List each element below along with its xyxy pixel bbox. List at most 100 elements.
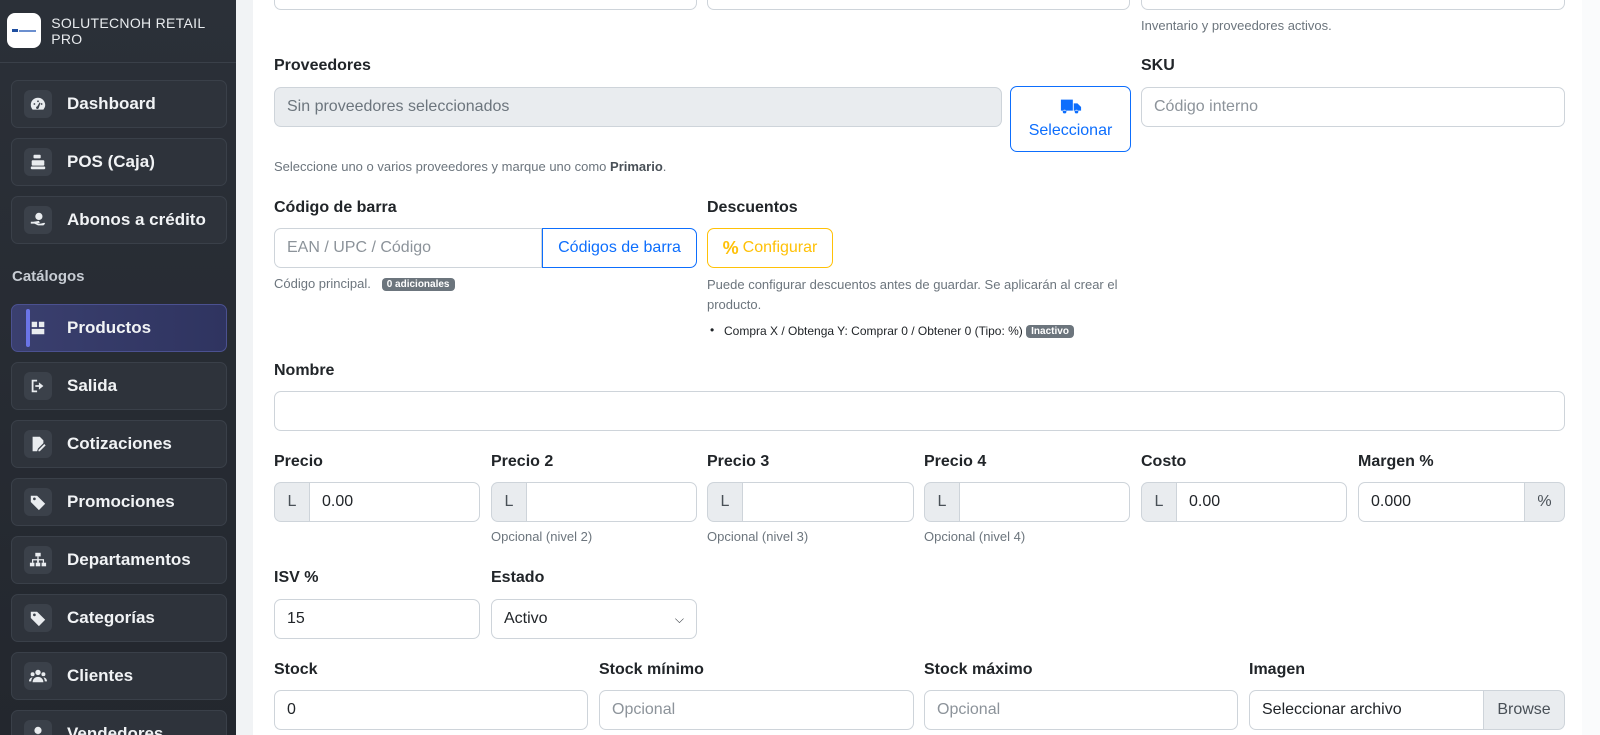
chevron-down-icon: ⌵ <box>674 611 684 626</box>
barcodes-button[interactable]: Códigos de barra <box>542 228 697 268</box>
brand-name: SOLUTECNOH RETAIL PRO <box>51 14 205 47</box>
sidebar-item-categorias[interactable]: Categorías <box>11 594 227 642</box>
content-gutter <box>236 0 253 735</box>
sidebar-item-vendedores[interactable]: Vendedores <box>11 710 227 735</box>
costo-input[interactable]: 0.00 <box>1176 482 1347 522</box>
cash-register-icon <box>24 148 52 176</box>
sidebar-item-clientes[interactable]: Clientes <box>11 652 227 700</box>
box-icon <box>24 314 52 342</box>
sidebar-item-abonos[interactable]: Abonos a crédito <box>11 196 227 244</box>
seleccionar-proveedores-button[interactable]: Seleccionar <box>1010 86 1131 152</box>
file-pen-icon <box>24 430 52 458</box>
sidebar: SOLUTECNOH RETAIL PRO Dashboard POS (Caj… <box>0 0 236 735</box>
margen-input[interactable]: 0.000 <box>1358 482 1525 522</box>
sidebar-item-label: Vendedores <box>67 724 164 735</box>
estado-selected-value: Activo <box>504 610 548 627</box>
precio4-input-group: L <box>924 482 1130 522</box>
stock-label: Stock <box>274 661 318 678</box>
brand[interactable]: SOLUTECNOH RETAIL PRO <box>7 13 236 48</box>
costo-label: Costo <box>1141 453 1187 470</box>
tags-icon <box>24 488 52 516</box>
descuento-item: Compra X / Obtenga Y: Comprar 0 / Obtene… <box>710 323 1074 339</box>
stock-minimo-label: Stock mínimo <box>599 661 704 678</box>
currency-addon: L <box>274 482 309 522</box>
sidebar-item-productos[interactable]: Productos <box>11 304 227 352</box>
precio-input[interactable]: 0.00 <box>309 482 480 522</box>
top-field-3[interactable] <box>1141 0 1565 10</box>
top-field-1[interactable] <box>274 0 697 10</box>
precio3-label: Precio 3 <box>707 453 770 470</box>
users-icon <box>24 662 52 690</box>
sidebar-item-label: Promociones <box>67 492 175 511</box>
precio2-label: Precio 2 <box>491 453 554 470</box>
gauge-icon <box>24 90 52 118</box>
precio2-help: Opcional (nivel 2) <box>491 529 593 544</box>
currency-addon: L <box>491 482 526 522</box>
sidebar-item-pos[interactable]: POS (Caja) <box>11 138 227 186</box>
proveedores-help: Seleccione uno o varios proveedores y ma… <box>274 159 667 174</box>
percent-icon: % <box>722 237 739 258</box>
stock-minimo-input[interactable]: Opcional <box>599 690 914 730</box>
stock-maximo-label: Stock máximo <box>924 661 1033 678</box>
sidebar-item-cotizaciones[interactable]: Cotizaciones <box>11 420 227 468</box>
margen-input-group: 0.000 % <box>1358 482 1565 522</box>
sitemap-icon <box>24 546 52 574</box>
sidebar-item-label: POS (Caja) <box>67 152 155 171</box>
stock-maximo-input[interactable]: Opcional <box>924 690 1238 730</box>
precio-input-group: L 0.00 <box>274 482 480 522</box>
sidebar-item-salida[interactable]: Salida <box>11 362 227 410</box>
estado-label: Estado <box>491 569 545 586</box>
costo-input-group: L 0.00 <box>1141 482 1347 522</box>
sidebar-item-promociones[interactable]: Promociones <box>11 478 227 526</box>
file-name: Seleccionar archivo <box>1249 690 1484 730</box>
imagen-file-input[interactable]: Seleccionar archivo Browse <box>1249 690 1565 730</box>
precio2-input[interactable] <box>526 482 697 522</box>
imagen-label: Imagen <box>1249 661 1306 678</box>
proveedores-field: Sin proveedores seleccionados <box>274 87 1002 127</box>
precio4-help: Opcional (nivel 4) <box>924 529 1026 544</box>
stock-input[interactable]: 0 <box>274 690 588 730</box>
estado-select[interactable]: Activo ⌵ <box>491 599 697 639</box>
nombre-input[interactable] <box>274 391 1565 431</box>
precio4-input[interactable] <box>959 482 1130 522</box>
currency-addon: L <box>707 482 742 522</box>
precio3-help: Opcional (nivel 3) <box>707 529 809 544</box>
section-label-catalogos: Catálogos <box>12 268 85 285</box>
sidebar-item-label: Productos <box>67 318 152 337</box>
precio3-input-group: L <box>707 482 914 522</box>
precio2-input-group: L <box>491 482 697 522</box>
currency-addon: L <box>924 482 959 522</box>
isv-input[interactable]: 15 <box>274 599 480 639</box>
isv-label: ISV % <box>274 569 319 586</box>
seleccionar-label: Seleccionar <box>1028 122 1113 139</box>
brand-logo <box>7 13 42 48</box>
configurar-descuentos-button[interactable]: % Configurar <box>707 228 833 268</box>
sidebar-item-label: Clientes <box>67 666 134 685</box>
sign-out-icon <box>24 372 52 400</box>
percent-addon: % <box>1525 482 1565 522</box>
top-field-2[interactable] <box>707 0 1130 10</box>
truck-icon <box>1060 99 1081 114</box>
user-icon <box>24 720 52 735</box>
sidebar-item-label: Dashboard <box>67 94 156 113</box>
precio4-label: Precio 4 <box>924 453 987 470</box>
descuentos-label: Descuentos <box>707 199 798 216</box>
barcode-label: Código de barra <box>274 199 397 216</box>
additional-barcodes-badge: 0 adicionales <box>381 278 455 292</box>
sidebar-item-label: Cotizaciones <box>67 434 172 453</box>
brand-divider <box>0 62 236 63</box>
sku-label: SKU <box>1141 57 1175 74</box>
sidebar-item-departamentos[interactable]: Departamentos <box>11 536 227 584</box>
barcode-help: Código principal. 0 adicionales <box>274 276 455 292</box>
barcode-input[interactable]: EAN / UPC / Código <box>274 228 542 268</box>
sidebar-item-dashboard[interactable]: Dashboard <box>11 80 227 128</box>
precio3-input[interactable] <box>742 482 914 522</box>
margen-label: Margen % <box>1358 453 1434 470</box>
sku-input[interactable]: Código interno <box>1141 87 1565 127</box>
descuentos-help: Puede configurar descuentos antes de gua… <box>707 277 1118 312</box>
page-scrollbar[interactable] <box>1582 0 1600 735</box>
proveedores-label: Proveedores <box>274 57 371 74</box>
nombre-label: Nombre <box>274 362 335 379</box>
sidebar-item-label: Departamentos <box>67 550 191 569</box>
browse-button[interactable]: Browse <box>1484 690 1565 730</box>
